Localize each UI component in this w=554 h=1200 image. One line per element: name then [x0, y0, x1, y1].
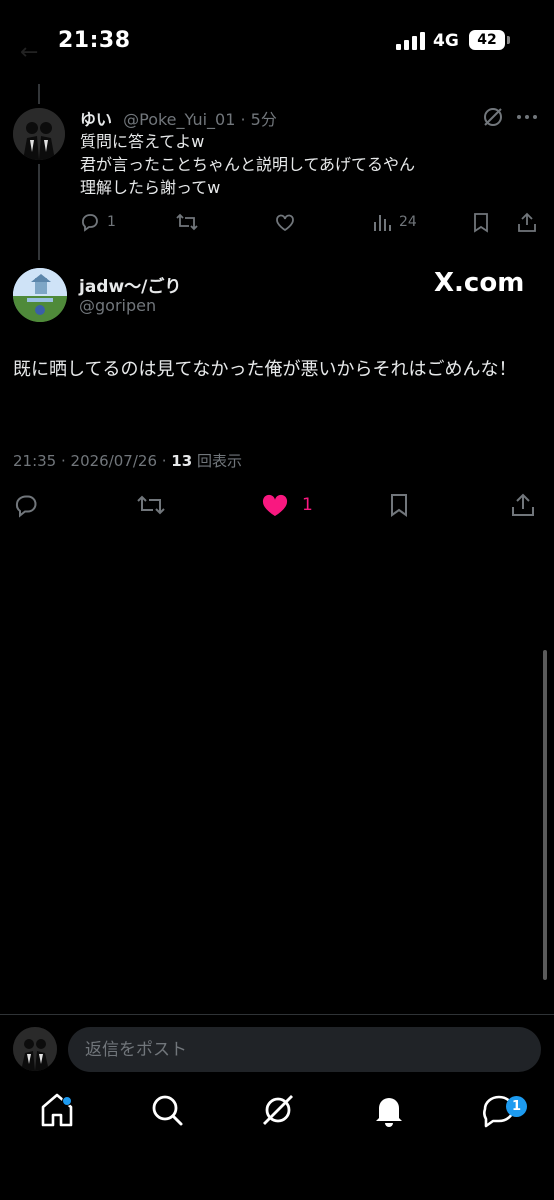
reply-author: ゆい @Poke_Yui_01 · 5分	[80, 106, 277, 130]
repost-icon	[137, 495, 165, 515]
repost-icon	[176, 213, 198, 231]
x-com-watermark: X.com	[434, 268, 525, 298]
grok-icon[interactable]	[258, 1090, 298, 1130]
reply-action[interactable]: 1	[79, 211, 116, 233]
main-post-meta: 21:35 · 2026/07/26 · 13 回表示	[13, 450, 242, 471]
signal-icon	[396, 32, 425, 50]
reply-composer-input[interactable]	[68, 1027, 541, 1072]
share-icon	[518, 212, 536, 232]
share-action[interactable]	[516, 211, 538, 233]
main-author-handle[interactable]: @goripen	[79, 296, 156, 315]
main-like-action[interactable]: 1	[260, 492, 313, 518]
main-post-text: 既に晒してるのは見てなかった俺が悪いからそれはごめんな！	[13, 359, 517, 380]
bookmark-action[interactable]	[470, 211, 492, 233]
bottom-tab-bar	[0, 1090, 554, 1146]
search-icon[interactable]	[147, 1090, 187, 1130]
home-badge-dot	[62, 1096, 72, 1106]
battery-icon: 42	[469, 30, 505, 50]
divider	[0, 1014, 554, 1015]
messages-badge: 1	[506, 1096, 527, 1117]
thread-line	[38, 164, 40, 260]
thread-line	[38, 84, 40, 104]
share-icon	[512, 493, 534, 516]
main-repost-action[interactable]	[136, 492, 166, 518]
like-count: 1	[302, 495, 313, 515]
main-reply-action[interactable]	[13, 492, 41, 518]
grok-icon[interactable]	[482, 106, 504, 128]
like-icon	[276, 214, 294, 232]
reply-text-line: 理解したら謝ってw	[80, 178, 221, 197]
views-icon	[374, 215, 391, 231]
bookmark-icon	[474, 213, 488, 233]
reply-author-meta: @Poke_Yui_01 · 5分	[123, 110, 277, 129]
post-views-label: 回表示	[192, 452, 242, 470]
my-avatar[interactable]	[13, 1027, 57, 1071]
reply-count: 1	[107, 214, 116, 230]
home-icon[interactable]	[37, 1090, 77, 1130]
status-time: 21:38	[58, 28, 131, 53]
bookmark-icon	[391, 494, 407, 517]
notifications-icon[interactable]	[369, 1090, 409, 1130]
status-bar: ← 21:38 4G 42	[0, 0, 554, 84]
battery-tip	[507, 36, 510, 44]
reply-author-avatar[interactable]	[13, 108, 65, 160]
reply-text-line: 君が言ったことちゃんと説明してあげてるやん	[80, 155, 416, 174]
main-author-avatar[interactable]	[13, 268, 67, 322]
repost-action[interactable]	[175, 211, 199, 233]
like-icon	[262, 494, 288, 516]
network-type: 4G	[433, 31, 459, 51]
reply-icon	[82, 214, 98, 232]
views-action[interactable]: 24	[371, 211, 417, 233]
reply-author-name[interactable]: ゆい	[80, 110, 112, 129]
reply-text-line: 質問に答えてよw	[80, 132, 205, 151]
reply-post-text: 質問に答えてよw 君が言ったことちゃんと説明してあげてるやん 理解したら謝ってw	[80, 130, 415, 199]
main-bookmark-action[interactable]	[386, 492, 412, 518]
post-timestamp: 21:35 · 2026/07/26 ·	[13, 452, 172, 470]
reply-icon	[15, 495, 37, 518]
more-icon[interactable]	[515, 106, 539, 128]
view-count: 24	[399, 214, 417, 230]
like-action[interactable]	[273, 211, 297, 233]
main-author-name[interactable]: jadw〜/ごり	[79, 272, 181, 297]
back-arrow-icon[interactable]: ←	[20, 40, 38, 65]
post-view-count[interactable]: 13	[171, 452, 192, 470]
scrollbar[interactable]	[543, 650, 547, 980]
main-share-action[interactable]	[510, 492, 536, 518]
